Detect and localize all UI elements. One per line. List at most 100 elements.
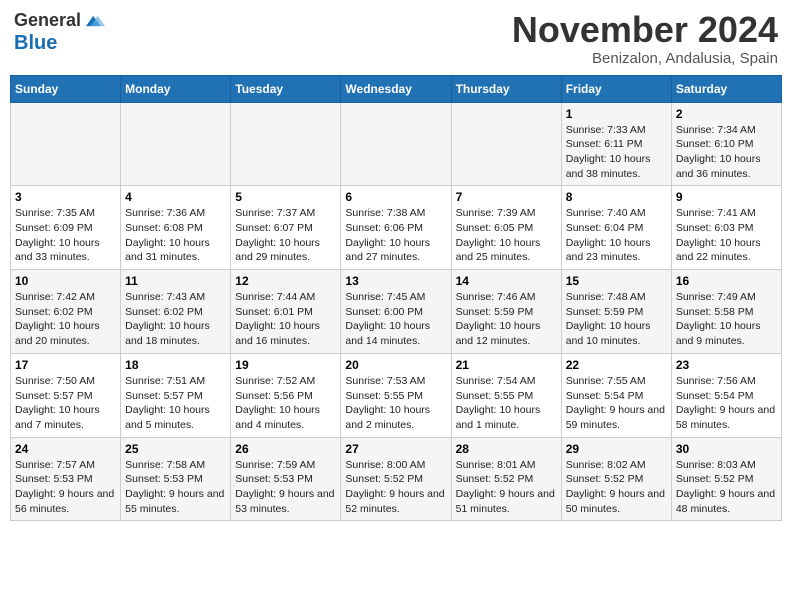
weekday-header-saturday: Saturday — [671, 75, 781, 102]
day-cell — [341, 102, 451, 186]
day-number: 8 — [566, 190, 667, 204]
day-number: 2 — [676, 107, 777, 121]
day-info: Sunrise: 7:43 AM Sunset: 6:02 PM Dayligh… — [125, 290, 226, 349]
day-info: Sunrise: 7:49 AM Sunset: 5:58 PM Dayligh… — [676, 290, 777, 349]
day-info: Sunrise: 7:41 AM Sunset: 6:03 PM Dayligh… — [676, 206, 777, 265]
day-number: 6 — [345, 190, 446, 204]
day-cell: 26 Sunrise: 7:59 AM Sunset: 5:53 PM Dayli… — [231, 437, 341, 521]
day-cell: 5 Sunrise: 7:37 AM Sunset: 6:07 PM Daylig… — [231, 186, 341, 270]
day-number: 16 — [676, 274, 777, 288]
day-info: Sunrise: 8:00 AM Sunset: 5:52 PM Dayligh… — [345, 458, 446, 517]
calendar-table: SundayMondayTuesdayWednesdayThursdayFrid… — [10, 75, 782, 522]
day-info: Sunrise: 7:51 AM Sunset: 5:57 PM Dayligh… — [125, 374, 226, 433]
day-info: Sunrise: 7:35 AM Sunset: 6:09 PM Dayligh… — [15, 206, 116, 265]
day-cell: 4 Sunrise: 7:36 AM Sunset: 6:08 PM Daylig… — [121, 186, 231, 270]
day-cell: 21 Sunrise: 7:54 AM Sunset: 5:55 PM Dayli… — [451, 353, 561, 437]
day-info: Sunrise: 7:56 AM Sunset: 5:54 PM Dayligh… — [676, 374, 777, 433]
day-info: Sunrise: 7:53 AM Sunset: 5:55 PM Dayligh… — [345, 374, 446, 433]
day-number: 3 — [15, 190, 116, 204]
weekday-header-row: SundayMondayTuesdayWednesdayThursdayFrid… — [11, 75, 782, 102]
day-cell: 19Sunrise: 7:52 AM Sunset: 5:56 PM Dayli… — [231, 353, 341, 437]
day-number: 4 — [125, 190, 226, 204]
day-info: Sunrise: 7:37 AM Sunset: 6:07 PM Dayligh… — [235, 206, 336, 265]
day-cell: 9 Sunrise: 7:41 AM Sunset: 6:03 PM Daylig… — [671, 186, 781, 270]
day-number: 26 — [235, 442, 336, 456]
day-cell: 16 Sunrise: 7:49 AM Sunset: 5:58 PM Dayli… — [671, 270, 781, 354]
day-cell: 6Sunrise: 7:38 AM Sunset: 6:06 PM Daylig… — [341, 186, 451, 270]
day-cell: 7 Sunrise: 7:39 AM Sunset: 6:05 PM Daylig… — [451, 186, 561, 270]
day-info: Sunrise: 7:58 AM Sunset: 5:53 PM Dayligh… — [125, 458, 226, 517]
day-number: 28 — [456, 442, 557, 456]
day-number: 5 — [235, 190, 336, 204]
day-number: 11 — [125, 274, 226, 288]
day-info: Sunrise: 7:48 AM Sunset: 5:59 PM Dayligh… — [566, 290, 667, 349]
day-info: Sunrise: 7:42 AM Sunset: 6:02 PM Dayligh… — [15, 290, 116, 349]
day-info: Sunrise: 7:54 AM Sunset: 5:55 PM Dayligh… — [456, 374, 557, 433]
day-cell: 1Sunrise: 7:33 AM Sunset: 6:11 PM Daylig… — [561, 102, 671, 186]
weekday-header-friday: Friday — [561, 75, 671, 102]
day-info: Sunrise: 7:52 AM Sunset: 5:56 PM Dayligh… — [235, 374, 336, 433]
day-cell: 20 Sunrise: 7:53 AM Sunset: 5:55 PM Dayli… — [341, 353, 451, 437]
day-info: Sunrise: 7:46 AM Sunset: 5:59 PM Dayligh… — [456, 290, 557, 349]
day-number: 20 — [345, 358, 446, 372]
day-number: 17 — [15, 358, 116, 372]
logo-text-blue: Blue — [14, 32, 57, 54]
day-cell: 24Sunrise: 7:57 AM Sunset: 5:53 PM Dayli… — [11, 437, 121, 521]
day-info: Sunrise: 7:36 AM Sunset: 6:08 PM Dayligh… — [125, 206, 226, 265]
day-number: 14 — [456, 274, 557, 288]
day-info: Sunrise: 8:03 AM Sunset: 5:52 PM Dayligh… — [676, 458, 777, 517]
day-number: 12 — [235, 274, 336, 288]
day-info: Sunrise: 7:44 AM Sunset: 6:01 PM Dayligh… — [235, 290, 336, 349]
day-cell: 25 Sunrise: 7:58 AM Sunset: 5:53 PM Dayli… — [121, 437, 231, 521]
logo-text-general: General — [14, 11, 81, 31]
week-row-0: 1Sunrise: 7:33 AM Sunset: 6:11 PM Daylig… — [11, 102, 782, 186]
weekday-header-monday: Monday — [121, 75, 231, 102]
day-cell — [451, 102, 561, 186]
day-number: 18 — [125, 358, 226, 372]
day-info: Sunrise: 7:59 AM Sunset: 5:53 PM Dayligh… — [235, 458, 336, 517]
day-cell: 22Sunrise: 7:55 AM Sunset: 5:54 PM Dayli… — [561, 353, 671, 437]
day-number: 10 — [15, 274, 116, 288]
day-cell: 13Sunrise: 7:45 AM Sunset: 6:00 PM Dayli… — [341, 270, 451, 354]
day-number: 22 — [566, 358, 667, 372]
day-cell: 15Sunrise: 7:48 AM Sunset: 5:59 PM Dayli… — [561, 270, 671, 354]
day-cell: 3 Sunrise: 7:35 AM Sunset: 6:09 PM Daylig… — [11, 186, 121, 270]
weekday-header-tuesday: Tuesday — [231, 75, 341, 102]
day-cell — [231, 102, 341, 186]
day-cell: 10 Sunrise: 7:42 AM Sunset: 6:02 PM Dayli… — [11, 270, 121, 354]
day-cell: 12 Sunrise: 7:44 AM Sunset: 6:01 PM Dayli… — [231, 270, 341, 354]
day-info: Sunrise: 8:01 AM Sunset: 5:52 PM Dayligh… — [456, 458, 557, 517]
page-header: General Blue November 2024 Benizalon, An… — [10, 10, 782, 67]
day-number: 27 — [345, 442, 446, 456]
calendar-body: 1Sunrise: 7:33 AM Sunset: 6:11 PM Daylig… — [11, 102, 782, 521]
week-row-2: 10 Sunrise: 7:42 AM Sunset: 6:02 PM Dayli… — [11, 270, 782, 354]
day-cell: 23Sunrise: 7:56 AM Sunset: 5:54 PM Dayli… — [671, 353, 781, 437]
day-cell: 14 Sunrise: 7:46 AM Sunset: 5:59 PM Dayli… — [451, 270, 561, 354]
day-number: 7 — [456, 190, 557, 204]
week-row-4: 24Sunrise: 7:57 AM Sunset: 5:53 PM Dayli… — [11, 437, 782, 521]
logo: General Blue — [14, 10, 105, 54]
day-number: 9 — [676, 190, 777, 204]
day-cell — [11, 102, 121, 186]
day-cell: 11 Sunrise: 7:43 AM Sunset: 6:02 PM Dayli… — [121, 270, 231, 354]
day-cell: 28 Sunrise: 8:01 AM Sunset: 5:52 PM Dayli… — [451, 437, 561, 521]
location-title: Benizalon, Andalusia, Spain — [512, 50, 778, 67]
day-number: 30 — [676, 442, 777, 456]
weekday-header-sunday: Sunday — [11, 75, 121, 102]
day-cell: 18 Sunrise: 7:51 AM Sunset: 5:57 PM Dayli… — [121, 353, 231, 437]
day-info: Sunrise: 7:39 AM Sunset: 6:05 PM Dayligh… — [456, 206, 557, 265]
day-cell: 17Sunrise: 7:50 AM Sunset: 5:57 PM Dayli… — [11, 353, 121, 437]
day-cell: 30 Sunrise: 8:03 AM Sunset: 5:52 PM Dayli… — [671, 437, 781, 521]
day-info: Sunrise: 7:40 AM Sunset: 6:04 PM Dayligh… — [566, 206, 667, 265]
day-number: 1 — [566, 107, 667, 121]
day-number: 21 — [456, 358, 557, 372]
day-number: 13 — [345, 274, 446, 288]
day-cell: 2 Sunrise: 7:34 AM Sunset: 6:10 PM Daylig… — [671, 102, 781, 186]
day-cell: 27 Sunrise: 8:00 AM Sunset: 5:52 PM Dayli… — [341, 437, 451, 521]
day-cell: 29Sunrise: 8:02 AM Sunset: 5:52 PM Dayli… — [561, 437, 671, 521]
week-row-3: 17Sunrise: 7:50 AM Sunset: 5:57 PM Dayli… — [11, 353, 782, 437]
logo-icon — [83, 10, 105, 32]
day-number: 25 — [125, 442, 226, 456]
day-info: Sunrise: 7:34 AM Sunset: 6:10 PM Dayligh… — [676, 123, 777, 182]
day-info: Sunrise: 7:57 AM Sunset: 5:53 PM Dayligh… — [15, 458, 116, 517]
